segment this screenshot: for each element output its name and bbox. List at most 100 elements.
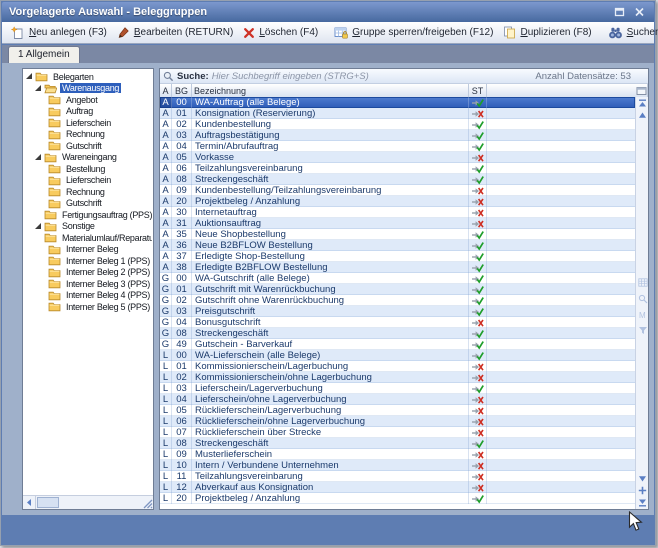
- table-row[interactable]: G02Gutschrift ohne Warenrückbuchung: [160, 295, 635, 306]
- table-row[interactable]: L20Projektbeleg / Anzahlung: [160, 493, 635, 504]
- table-row[interactable]: A01Konsignation (Reservierung): [160, 108, 635, 119]
- cell-bezeichnung: Intern / Verbundene Unternehmen: [192, 460, 469, 471]
- table-row[interactable]: L04Lieferschein/ohne Lagerverbuchung: [160, 394, 635, 405]
- search-button[interactable]: Suchen (STRG+S): [603, 23, 658, 42]
- table-row[interactable]: A31Auktionsauftrag: [160, 218, 635, 229]
- table-row[interactable]: A09Kundenbestellung/Teilzahlungsvereinba…: [160, 185, 635, 196]
- status-ok-icon: [471, 274, 484, 284]
- table-row[interactable]: L09Musterlieferschein: [160, 449, 635, 460]
- quick-grid-icon[interactable]: [637, 277, 648, 288]
- table-row[interactable]: A00WA-Auftrag (alle Belege): [160, 97, 635, 108]
- tree-item[interactable]: Gutschrift: [24, 140, 152, 152]
- tree-item[interactable]: Rechnung: [24, 129, 152, 141]
- table-row[interactable]: L11Teilzahlungsvereinbarung: [160, 471, 635, 482]
- table-row[interactable]: G04Bonusgutschrift: [160, 317, 635, 328]
- table-row[interactable]: G01Gutschrift mit Warenrückbuchung: [160, 284, 635, 295]
- expander-icon[interactable]: [35, 154, 41, 160]
- tree-item[interactable]: Interner Beleg: [24, 244, 152, 256]
- column-header-bg[interactable]: BG: [172, 84, 192, 97]
- duplicate-button[interactable]: Duplizieren (F8): [498, 23, 596, 42]
- table-row[interactable]: A36Neue B2BFLOW Bestellung: [160, 240, 635, 251]
- expander-icon[interactable]: [26, 73, 32, 79]
- table-row[interactable]: G49Gutschein - Barverkauf: [160, 339, 635, 350]
- tree-item[interactable]: Interner Beleg 1 (PPS): [24, 255, 152, 267]
- table-row[interactable]: G08Streckengeschäft: [160, 328, 635, 339]
- tree-item[interactable]: Wareneingang: [24, 152, 152, 164]
- column-header-a[interactable]: A: [160, 84, 172, 97]
- column-header-st[interactable]: ST: [469, 84, 487, 97]
- tree-item[interactable]: Belegarten: [24, 71, 152, 83]
- tree-item[interactable]: Gutschrift: [24, 198, 152, 210]
- table-row[interactable]: A20Projektbeleg / Anzahlung: [160, 196, 635, 207]
- table-row[interactable]: A35Neue Shopbestellung: [160, 229, 635, 240]
- table-row[interactable]: A06Teilzahlungsvereinbarung: [160, 163, 635, 174]
- table-row[interactable]: A30Internetauftrag: [160, 207, 635, 218]
- tree-item[interactable]: Materialumlauf/Reparatur: [24, 232, 152, 244]
- expander-icon[interactable]: [35, 85, 41, 91]
- lock-group-button[interactable]: Gruppe sperren/freigeben (F12): [329, 23, 498, 42]
- table-row[interactable]: A38Erledigte B2BFLOW Bestellung: [160, 262, 635, 273]
- tree-item[interactable]: Interner Beleg 5 (PPS): [24, 301, 152, 313]
- horizontal-scroll-thumb[interactable]: [37, 497, 59, 508]
- table-row[interactable]: G03Preisgutschrift: [160, 306, 635, 317]
- table-row[interactable]: L03Lieferschein/Lagerverbuchung: [160, 383, 635, 394]
- tree-item[interactable]: Fertigungsauftrag (PPS): [24, 209, 152, 221]
- scroll-up-button[interactable]: [637, 110, 648, 121]
- delete-button[interactable]: Löschen (F4): [238, 23, 323, 42]
- column-chooser-button[interactable]: [635, 84, 648, 97]
- tree-item[interactable]: Interner Beleg 3 (PPS): [24, 278, 152, 290]
- table-row[interactable]: A03Auftragsbestätigung: [160, 130, 635, 141]
- tree-item[interactable]: Rechnung: [24, 186, 152, 198]
- cell-belegart: A: [160, 97, 172, 108]
- scroll-left-button[interactable]: [23, 496, 36, 509]
- table-row[interactable]: A37Erledigte Shop-Bestellung: [160, 251, 635, 262]
- tree-item[interactable]: Interner Beleg 4 (PPS): [24, 290, 152, 302]
- scroll-to-top-button[interactable]: [637, 98, 648, 109]
- scroll-down-button[interactable]: [637, 473, 648, 484]
- expander-icon[interactable]: [35, 223, 41, 229]
- table-row[interactable]: L08Streckengeschäft: [160, 438, 635, 449]
- table-row[interactable]: L05Rücklieferschein/Lagerverbuchung: [160, 405, 635, 416]
- search-bar[interactable]: Suche: Hier Suchbegriff eingeben (STRG+S…: [160, 69, 648, 84]
- quick-max-icon[interactable]: M: [637, 309, 648, 320]
- cell-filler: [487, 97, 635, 108]
- vertical-scrollbar[interactable]: M: [635, 97, 648, 509]
- tree-item[interactable]: Lieferschein: [24, 175, 152, 187]
- search-input[interactable]: Hier Suchbegriff eingeben (STRG+S): [212, 71, 533, 82]
- titlebar[interactable]: Vorgelagerte Auswahl - Beleggruppen: [2, 2, 654, 22]
- table-row[interactable]: L06Rücklieferschein/ohne Lagerverbuchung: [160, 416, 635, 427]
- table-row[interactable]: A05Vorkasse: [160, 152, 635, 163]
- table-row[interactable]: L01Kommissionierschein/Lagerbuchung: [160, 361, 635, 372]
- table-row[interactable]: A02Kundenbestellung: [160, 119, 635, 130]
- cell-filler: [487, 361, 635, 372]
- table-row[interactable]: A08Streckengeschäft: [160, 174, 635, 185]
- tree-item[interactable]: Warenausgang: [24, 83, 152, 95]
- edit-button[interactable]: Bearbeiten (RETURN): [112, 23, 238, 42]
- tree-item[interactable]: Auftrag: [24, 106, 152, 118]
- tree-item[interactable]: Lieferschein: [24, 117, 152, 129]
- restore-button[interactable]: [612, 6, 627, 19]
- tree-item[interactable]: Angebot: [24, 94, 152, 106]
- column-header-bezeichnung[interactable]: Bezeichnung: [192, 84, 469, 97]
- table-row[interactable]: L07Rücklieferschein über Strecke: [160, 427, 635, 438]
- resize-grip-icon[interactable]: [140, 496, 153, 509]
- table-row[interactable]: L00WA-Lieferschein (alle Belege): [160, 350, 635, 361]
- table-row[interactable]: L10Intern / Verbundene Unternehmen: [160, 460, 635, 471]
- new-button[interactable]: Neu anlegen (F3): [6, 23, 112, 42]
- tree-horizontal-scrollbar[interactable]: [23, 495, 153, 509]
- table-row[interactable]: L02Kommissionierschein/ohne Lagerbuchung: [160, 372, 635, 383]
- table-row[interactable]: A04Termin/Abrufauftrag: [160, 141, 635, 152]
- quick-filter-icon[interactable]: [637, 325, 648, 336]
- scroll-to-bottom-button[interactable]: [637, 497, 648, 508]
- table-row[interactable]: L12Abverkauf aus Konsignation: [160, 482, 635, 493]
- tree-item[interactable]: Interner Beleg 2 (PPS): [24, 267, 152, 279]
- table-row[interactable]: G00WA-Gutschrift (alle Belege): [160, 273, 635, 284]
- tree-item[interactable]: Bestellung: [24, 163, 152, 175]
- tree-item[interactable]: Sonstige: [24, 221, 152, 233]
- status-blocked-icon: [471, 219, 484, 229]
- close-button[interactable]: [632, 6, 647, 19]
- cell-bezeichnung: Teilzahlungsvereinbarung: [192, 163, 469, 174]
- tab-allgemein[interactable]: 1 Allgemein: [8, 46, 80, 63]
- quick-search-icon[interactable]: [637, 293, 648, 304]
- new-record-button[interactable]: [637, 485, 648, 496]
